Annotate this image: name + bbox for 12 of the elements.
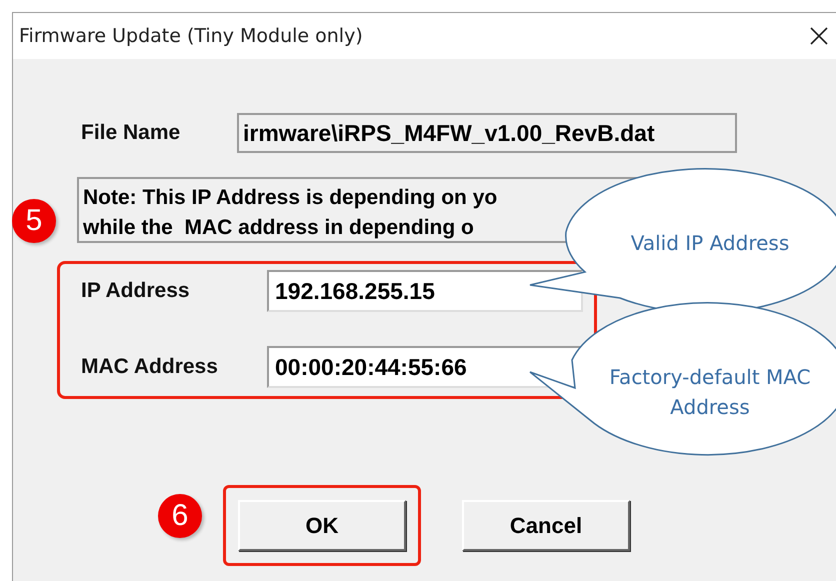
callout-text: Valid IP Address — [630, 230, 790, 257]
input-field[interactable]: 00:00:20:44:55:66 — [267, 346, 583, 388]
field-label: IP Address — [81, 279, 191, 303]
dialog-button[interactable]: Cancel — [462, 500, 630, 551]
file-name-field[interactable]: irmware\iRPS_M4FW_v1.00_RevB.dat — [237, 113, 737, 153]
callout-text: Factory-default MAC Address — [608, 364, 812, 421]
window-title: Firmware Update (Tiny Module only) — [19, 25, 363, 47]
file-name-label: File Name — [81, 121, 182, 145]
close-icon[interactable] — [809, 26, 829, 46]
input-field[interactable]: 192.168.255.15 — [267, 270, 583, 312]
field-label: MAC Address — [81, 355, 219, 379]
dialog-button[interactable]: OK — [238, 500, 406, 551]
